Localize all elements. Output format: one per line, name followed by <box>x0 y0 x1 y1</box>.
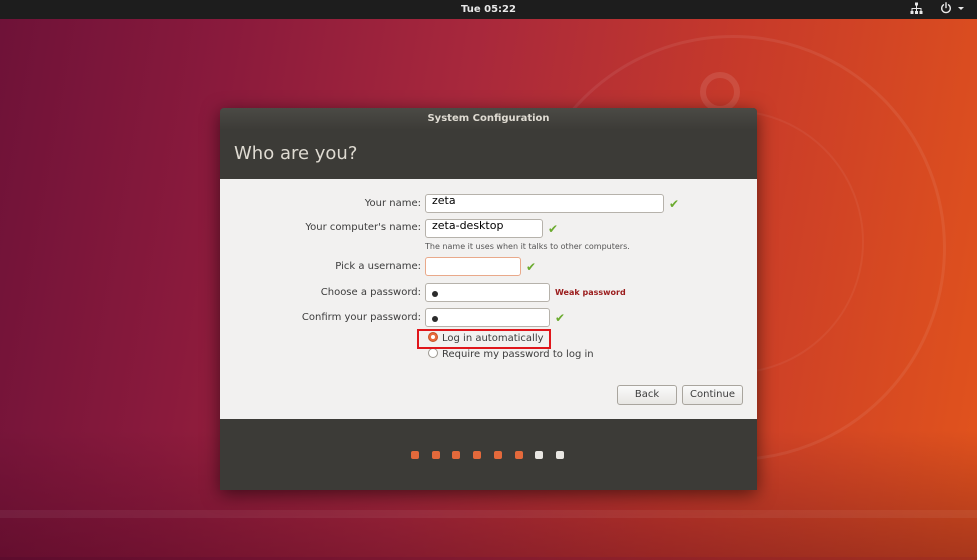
wallpaper-ring <box>700 72 740 112</box>
page-title: Who are you? <box>234 143 358 164</box>
back-button[interactable]: Back <box>617 385 677 405</box>
computer-name-value: zeta-desktop <box>432 219 504 232</box>
confirm-password-input[interactable] <box>425 308 550 327</box>
progress-dot <box>515 451 523 459</box>
login-auto-option[interactable]: Log in automatically <box>428 332 544 346</box>
progress-indicator <box>411 451 571 461</box>
login-password-label: Require my password to log in <box>442 349 594 360</box>
form-area: Your name: zeta ✔ Your computer's name: … <box>220 179 757 419</box>
dialog-footer <box>220 419 757 490</box>
your-name-value: zeta <box>432 194 456 207</box>
login-auto-radio[interactable] <box>428 332 438 342</box>
wallpaper-band <box>0 510 977 518</box>
confirm-valid-check-icon: ✔ <box>555 311 566 325</box>
continue-button[interactable]: Continue <box>682 385 743 405</box>
your-name-input[interactable]: zeta <box>425 194 664 213</box>
username-label: Pick a username: <box>335 261 421 272</box>
progress-dot <box>556 451 564 459</box>
username-valid-check-icon: ✔ <box>526 260 537 274</box>
password-strength: Weak password <box>555 288 626 297</box>
computer-name-hint: The name it uses when it talks to other … <box>425 242 630 251</box>
progress-dot <box>535 451 543 459</box>
password-mask-dot <box>432 291 438 297</box>
dropdown-arrow-icon[interactable] <box>957 2 967 17</box>
confirm-password-mask-dot <box>432 316 438 322</box>
computer-name-label: Your computer's name: <box>305 222 421 233</box>
installer-dialog: System Configuration Who are you? Your n… <box>220 108 757 490</box>
progress-dot <box>452 451 460 459</box>
progress-dot <box>473 451 481 459</box>
network-icon[interactable] <box>910 2 924 17</box>
confirm-password-label: Confirm your password: <box>301 312 421 323</box>
login-password-radio[interactable] <box>428 348 438 358</box>
dialog-header: Who are you? <box>220 130 757 179</box>
computer-valid-check-icon: ✔ <box>548 222 559 236</box>
your-name-label: Your name: <box>364 198 421 209</box>
password-label: Choose a password: <box>320 287 421 298</box>
name-valid-check-icon: ✔ <box>669 197 680 211</box>
username-input[interactable] <box>425 257 521 276</box>
dialog-titlebar[interactable]: System Configuration <box>220 108 757 130</box>
password-input[interactable] <box>425 283 550 302</box>
progress-dot <box>411 451 419 459</box>
top-bar: Tue 05:22 <box>0 0 977 19</box>
progress-dot <box>432 451 440 459</box>
progress-dot <box>494 451 502 459</box>
clock[interactable]: Tue 05:22 <box>0 0 977 19</box>
computer-name-input[interactable]: zeta-desktop <box>425 219 543 238</box>
login-password-option[interactable]: Require my password to log in <box>428 348 594 362</box>
power-icon[interactable] <box>940 2 954 17</box>
login-auto-label: Log in automatically <box>442 333 544 344</box>
